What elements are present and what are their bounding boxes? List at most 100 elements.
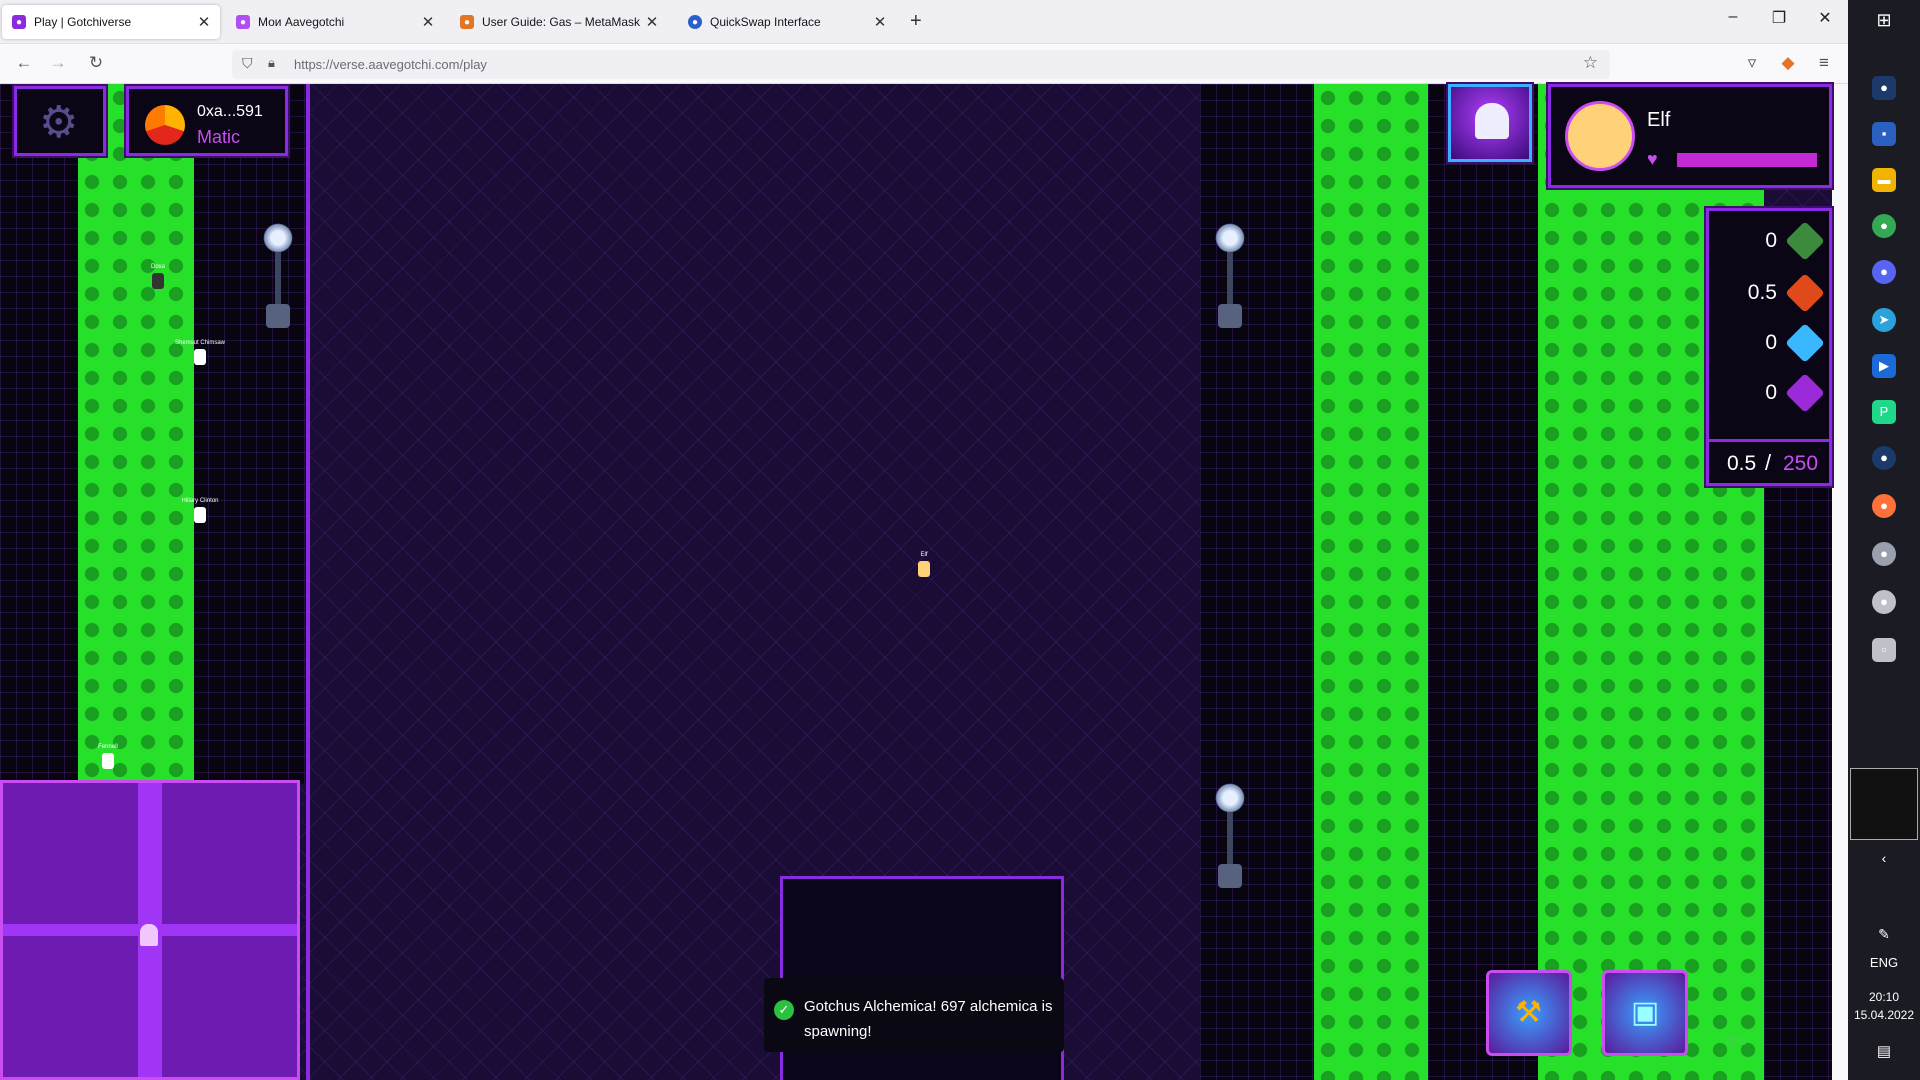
bookmark-star-icon[interactable]: ☆ [1583,53,1598,73]
street-lamp [1210,782,1250,892]
gotchi-icon: ● [12,15,26,29]
street-lamp [1210,222,1250,332]
lock-icon[interactable]: 🔒︎ [268,55,275,71]
steam-icon[interactable]: ● [1872,446,1896,470]
pen-icon[interactable]: ✎ [1872,922,1896,946]
tab-title: QuickSwap Interface [710,15,821,29]
reload-icon[interactable]: ↻ [84,53,108,73]
folder-icon[interactable]: ▬ [1872,168,1896,192]
clock-time[interactable]: 20:10 [1848,990,1920,1004]
forward-icon[interactable]: → [46,53,70,73]
firefox-icon[interactable]: ● [1872,494,1896,518]
gotchi-avatar [1565,101,1635,171]
player-avatar[interactable]: Doxa [118,264,198,289]
backpack-button[interactable]: ▣ [1602,970,1688,1056]
player-name: Hillary Clinton [181,498,219,504]
heart-icon: ♥ [1647,149,1658,169]
own-gotchi[interactable]: Elf [884,552,964,577]
pocket-capacity: 0.5 / 250 [1709,439,1829,479]
gotchi-name: Elf [1647,109,1671,131]
chrome-icon[interactable]: ● [1872,214,1896,238]
language-indicator[interactable]: ENG [1848,955,1920,970]
grass-strip-left [78,84,194,784]
tab-metamask[interactable]: ● User Guide: Gas – MetaMask ✕ [450,5,668,39]
settings-button[interactable]: ⚙ [14,86,106,156]
metamask-icon: ● [460,15,474,29]
resource-value: 0.5 [1747,281,1777,304]
menu-icon[interactable]: ≡ [1812,53,1836,73]
dark-floor-right [1428,84,1538,1080]
crafting-button[interactable]: ⚒ [1486,970,1572,1056]
capacity-separator: / [1765,450,1772,475]
back-icon[interactable]: ← [12,53,36,73]
game-icon[interactable]: ● [1872,590,1896,614]
tab-aavegotchi[interactable]: ● Мои Aavegotchi ✕ [226,5,444,39]
dark-floor-edge [1764,484,1832,1080]
alchemica-panel: 0 0.5 0 0 0.5 / 250 [1706,208,1832,486]
resource-row: 0 [1709,221,1829,261]
close-icon[interactable]: ✕ [420,13,436,31]
player-avatar[interactable]: Shemsut Chimsaw [160,340,240,365]
metamask-extension-icon[interactable]: ◆ [1776,53,1800,73]
border-line [306,84,310,1080]
ghost-sprite [140,924,158,946]
check-icon: ✓ [774,1000,794,1020]
url-text[interactable]: https://verse.aavegotchi.com/play [294,57,487,72]
resource-row: 0 [1709,323,1829,363]
app-icon[interactable]: ▶ [1872,354,1896,378]
notifications-icon[interactable]: ▤ [1872,1040,1896,1064]
player-name: Elf [920,552,928,558]
game-viewport[interactable]: Doxa Shemsut Chimsaw Hillary Clinton Fen… [0,84,1832,1080]
tab-quickswap[interactable]: ● QuickSwap Interface ✕ [678,5,896,39]
windows-start-icon[interactable]: ⊞ [1872,8,1896,32]
resource-row: 0.5 [1709,273,1829,313]
address-bar[interactable]: ⛉ 🔒︎ https://verse.aavegotchi.com/play ☆ [232,50,1610,79]
save-icon[interactable]: ▪ [1872,122,1896,146]
gear-icon: ⚙ [39,98,79,147]
toast-text: Gotchus Alchemica! 697 alchemica is spaw… [804,998,1053,1040]
tab-gotchiverse[interactable]: ● Play | Gotchiverse ✕ [2,5,220,39]
health-bar-fill [1677,153,1817,167]
street-lamp [258,222,298,332]
mini-panel[interactable] [1850,768,1918,840]
capacity-current: 0.5 [1727,452,1757,475]
player-avatar[interactable]: Fennell [68,744,148,769]
wallet-panel[interactable]: 0xa...591 Matic [126,86,288,156]
chevron-left-icon[interactable]: ‹ [1872,846,1896,870]
grass-strip-mid [1314,84,1428,1080]
resource-value: 0 [1765,381,1777,404]
steam-icon[interactable]: ● [1872,76,1896,100]
resource-value: 0 [1765,331,1777,354]
close-icon[interactable]: ✕ [196,13,212,31]
game-icon[interactable]: ● [1872,542,1896,566]
gotchi-card-button[interactable] [1448,84,1532,162]
notification-toast: ✓ Gotchus Alchemica! 697 alchemica is sp… [764,978,1064,1052]
close-icon[interactable]: ✕ [872,13,888,31]
new-tab-button[interactable]: + [910,10,922,33]
minimize-button[interactable]: – [1718,8,1748,26]
discord-icon[interactable]: ● [1872,260,1896,284]
window-close-button[interactable]: ✕ [1810,8,1840,28]
gotchi-profile[interactable]: Elf ♥ [1548,84,1832,188]
maximize-button[interactable]: ❐ [1764,8,1794,28]
alpha-icon [1785,323,1825,363]
aavegotchi-icon: ● [236,15,250,29]
pocket-icon[interactable]: ▿ [1740,53,1764,73]
app-icon[interactable]: ▫ [1872,638,1896,662]
close-icon[interactable]: ✕ [644,13,660,31]
player-avatar[interactable]: Hillary Clinton [160,498,240,523]
quickswap-icon: ● [688,15,702,29]
pycharm-icon[interactable]: P [1872,400,1896,424]
clock-date[interactable]: 15.04.2022 [1848,1008,1920,1022]
player-name: Doxa [150,264,165,270]
kek-icon [1785,373,1825,413]
resource-row: 0 [1709,373,1829,413]
player-name: Fennell [98,744,118,750]
shield-icon[interactable]: ⛉ [242,55,253,72]
telegram-icon[interactable]: ➤ [1872,308,1896,332]
fud-icon [1785,221,1825,261]
player-name: Shemsut Chimsaw [174,340,225,346]
backpack-icon: ▣ [1631,996,1660,1029]
ghost-icon [1475,103,1509,139]
health-bar [1677,153,1817,167]
